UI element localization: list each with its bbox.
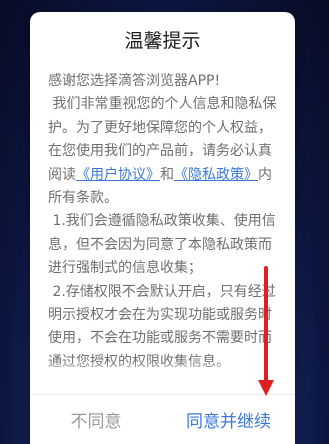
scroll-fade <box>48 360 280 380</box>
privacy-policy-link[interactable]: 《隐私政策》 <box>174 167 258 183</box>
agree-continue-button[interactable]: 同意并继续 <box>162 400 295 444</box>
button-divider <box>30 394 295 395</box>
dialog-content[interactable]: 感谢您选择滴答浏览器APP! 我们非常重视您的个人信息和隐私保护。为了更好地保障… <box>48 70 280 380</box>
dialog-title: 温馨提示 <box>124 30 201 52</box>
user-agreement-link[interactable]: 《用户协议》 <box>76 167 160 183</box>
disagree-button[interactable]: 不同意 <box>30 400 162 444</box>
intro-text: 感谢您选择滴答浏览器APP! <box>48 73 221 89</box>
para1-and: 和 <box>160 166 174 183</box>
privacy-dialog: 温馨提示 感谢您选择滴答浏览器APP! 我们非常重视您的个人信息和隐私保护。为了… <box>30 12 295 444</box>
paragraph-1: 我们非常重视您的个人信息和隐私保护。为了更好地保障您的个人权益，在您使用我们的产… <box>48 93 280 210</box>
clause-1: 1.我们会遵循隐私政策收集、使用信息，但不会因为同意了本隐私政策而进行强制式的信… <box>48 213 276 277</box>
